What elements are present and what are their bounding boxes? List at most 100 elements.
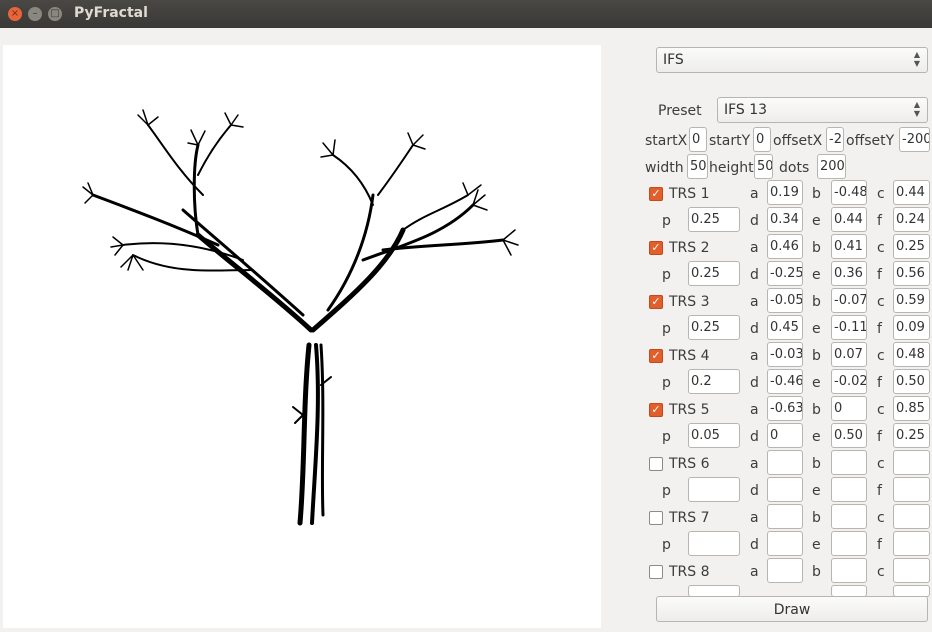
trs1-p-input[interactable]: 0.25 — [688, 207, 740, 232]
coef-f-label: f — [877, 429, 882, 445]
coef-f-label: f — [877, 537, 882, 553]
trs5-c-input[interactable]: 0.85 — [893, 396, 930, 421]
coef-p-label: p — [662, 321, 671, 337]
trs7-label: TRS 7 — [669, 510, 710, 526]
trs6-checkbox[interactable] — [649, 457, 663, 471]
coef-c-label: c — [877, 348, 885, 364]
trs8-checkbox[interactable] — [649, 565, 663, 579]
trs2-c-input[interactable]: 0.25 — [893, 234, 930, 259]
trs4-d-input[interactable]: -0.46 — [767, 369, 803, 394]
trs4-c-input[interactable]: 0.48 — [893, 342, 930, 367]
close-icon[interactable]: × — [8, 7, 22, 21]
coef-d-label: d — [750, 537, 759, 553]
coef-a-label: a — [750, 510, 759, 526]
coef-d-label: d — [750, 321, 759, 337]
trs4-f-input[interactable]: 0.50 — [893, 369, 930, 394]
trs5-a-input[interactable]: -0.63 — [767, 396, 803, 421]
trs1-e-input[interactable]: 0.44 — [831, 207, 867, 232]
trs2-d-input[interactable]: -0.25 — [767, 261, 803, 286]
trs6-label: TRS 6 — [669, 456, 710, 472]
preset-select[interactable]: IFS 13 ▲ ▼ — [717, 97, 928, 123]
trs1-f-input[interactable]: 0.24 — [893, 207, 930, 232]
trs2-f-input[interactable]: 0.56 — [893, 261, 930, 286]
maximize-icon[interactable]: □ — [48, 7, 62, 21]
trs6-c-input[interactable] — [893, 450, 930, 475]
offsetx-input[interactable]: -2 — [826, 127, 844, 152]
coef-b-label: b — [812, 240, 821, 256]
height-input[interactable]: 50 — [754, 154, 773, 179]
window-title: PyFractal — [74, 5, 148, 21]
coef-a-label: a — [750, 294, 759, 310]
trs7-checkbox[interactable] — [649, 511, 663, 525]
trs8-c-input[interactable] — [893, 558, 930, 583]
trs4-b-input[interactable]: 0.07 — [831, 342, 867, 367]
trs7-b-input[interactable] — [831, 504, 867, 529]
trs1-a-input[interactable]: 0.19 — [767, 180, 803, 205]
draw-button[interactable]: Draw — [656, 596, 928, 622]
trs1-b-input[interactable]: -0.48 — [831, 180, 867, 205]
minimize-icon[interactable]: – — [28, 7, 42, 21]
trs4-e-input[interactable]: -0.02 — [831, 369, 867, 394]
fractal-canvas — [3, 45, 601, 628]
startx-input[interactable]: 0 — [689, 127, 707, 152]
trs7-p-input[interactable] — [688, 531, 740, 556]
trs2-e-input[interactable]: 0.36 — [831, 261, 867, 286]
coef-b-label: b — [812, 402, 821, 418]
coef-p-label: p — [662, 213, 671, 229]
fractal-type-value: IFS — [663, 52, 684, 68]
trs3-b-input[interactable]: -0.07 — [831, 288, 867, 313]
trs7-e-input[interactable] — [831, 531, 867, 556]
coef-d-label: d — [750, 267, 759, 283]
trs6-e-input[interactable] — [831, 477, 867, 502]
trs2-p-input[interactable]: 0.25 — [688, 261, 740, 286]
trs6-p-input[interactable] — [688, 477, 740, 502]
trs1-c-input[interactable]: 0.44 — [893, 180, 930, 205]
width-label: width — [645, 160, 684, 176]
trs3-a-input[interactable]: -0.05 — [767, 288, 803, 313]
starty-input[interactable]: 0 — [753, 127, 771, 152]
trs6-a-input[interactable] — [767, 450, 803, 475]
coef-f-label: f — [877, 267, 882, 283]
trs7-a-input[interactable] — [767, 504, 803, 529]
trs5-e-input[interactable]: 0.50 — [831, 423, 867, 448]
trs4-checkbox[interactable]: ✓ — [649, 349, 663, 363]
trs3-f-input[interactable]: 0.09 — [893, 315, 930, 340]
trs3-d-input[interactable]: 0.45 — [767, 315, 803, 340]
coef-c-label: c — [877, 402, 885, 418]
trs5-d-input[interactable]: 0 — [767, 423, 803, 448]
dots-input[interactable]: 200 — [817, 154, 846, 179]
title-bar: × – □ PyFractal — [0, 0, 932, 28]
trs2-a-input[interactable]: 0.46 — [767, 234, 803, 259]
trs2-b-input[interactable]: 0.41 — [831, 234, 867, 259]
offsety-input[interactable]: -200 — [899, 127, 930, 152]
trs7-d-input[interactable] — [767, 531, 803, 556]
trs1-d-input[interactable]: 0.34 — [767, 207, 803, 232]
width-input[interactable]: 50 — [687, 154, 708, 179]
trs3-e-input[interactable]: -0.11 — [831, 315, 867, 340]
trs2-checkbox[interactable]: ✓ — [649, 241, 663, 255]
coef-f-label: f — [877, 483, 882, 499]
trs1-checkbox[interactable]: ✓ — [649, 187, 663, 201]
trs8-b-input[interactable] — [831, 558, 867, 583]
trs3-p-input[interactable]: 0.25 — [688, 315, 740, 340]
trs5-checkbox[interactable]: ✓ — [649, 403, 663, 417]
trs3-checkbox[interactable]: ✓ — [649, 295, 663, 309]
trs6-d-input[interactable] — [767, 477, 803, 502]
trs6-b-input[interactable] — [831, 450, 867, 475]
trs8-a-input[interactable] — [767, 558, 803, 583]
fractal-type-select[interactable]: IFS ▲ ▼ — [656, 47, 928, 73]
trs5-b-input[interactable]: 0 — [831, 396, 867, 421]
coef-c-label: c — [877, 186, 885, 202]
coef-p-label: p — [662, 537, 671, 553]
trs7-f-input[interactable] — [893, 531, 930, 556]
coef-a-label: a — [750, 456, 759, 472]
trs5-p-input[interactable]: 0.05 — [688, 423, 740, 448]
trs6-f-input[interactable] — [893, 477, 930, 502]
trs7-c-input[interactable] — [893, 504, 930, 529]
trs4-p-input[interactable]: 0.2 — [688, 369, 740, 394]
trs3-c-input[interactable]: 0.59 — [893, 288, 930, 313]
coef-p-label: p — [662, 375, 671, 391]
trs4-a-input[interactable]: -0.03 — [767, 342, 803, 367]
coef-a-label: a — [750, 564, 759, 580]
trs5-f-input[interactable]: 0.25 — [893, 423, 930, 448]
